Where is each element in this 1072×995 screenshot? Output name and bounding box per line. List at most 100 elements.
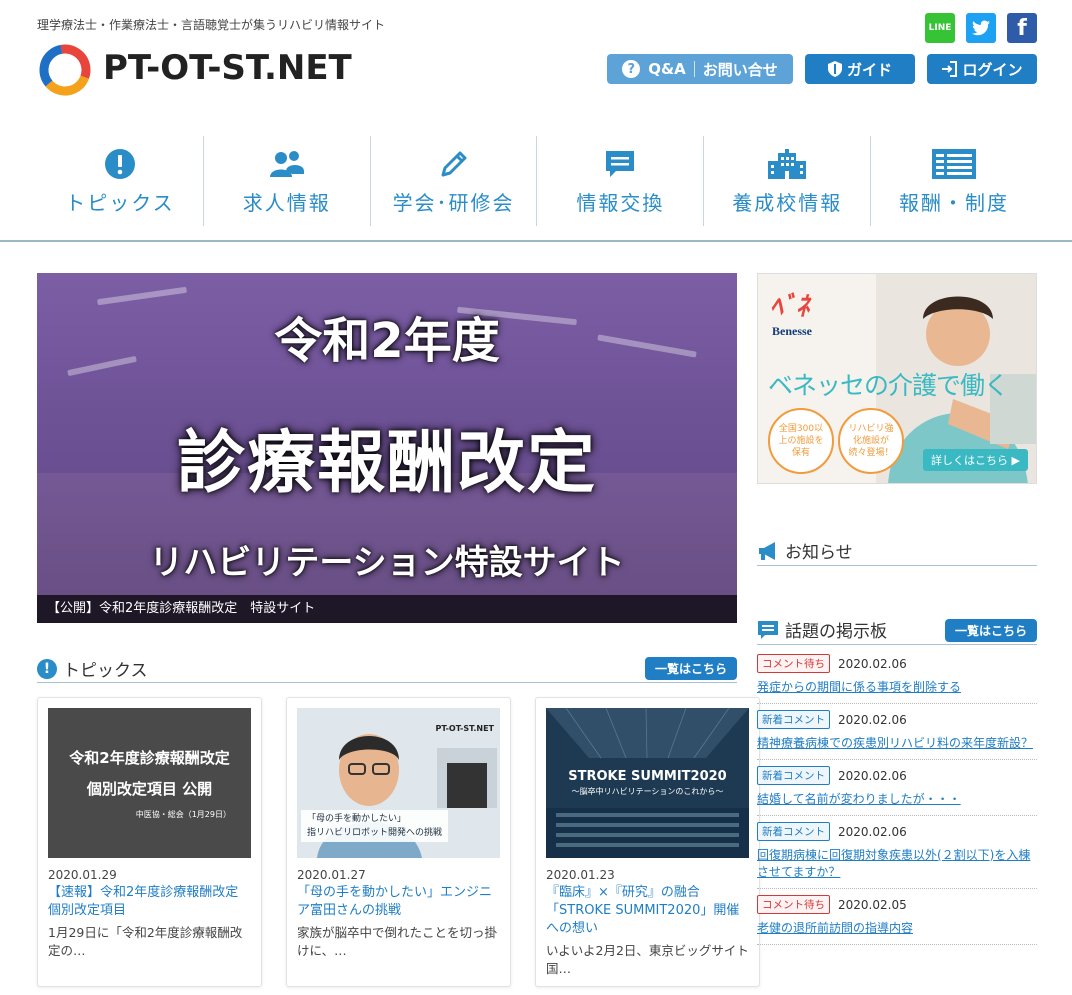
thumbnail-text: 個別改定項目 公開 xyxy=(86,779,213,798)
ad-cta-button[interactable]: 詳しくはこちら ▶ xyxy=(923,449,1028,471)
board-item: 新着コメント 2020.02.06 精神療養病棟での疾患別リハビリ料の来年度新設？ xyxy=(757,704,1037,760)
board-link[interactable]: 精神療養病棟での疾患別リハビリ料の来年度新設？ xyxy=(757,735,1037,752)
board-item: 新着コメント 2020.02.06 回復期病棟に回復期対象疾患以外(２割以下)を入… xyxy=(757,816,1037,889)
board-title: 話題の掲示板 xyxy=(785,622,887,642)
board-item: 新着コメント 2020.02.06 結婚して名前が変わりましたが・・・ xyxy=(757,760,1037,816)
login-label: ログイン xyxy=(962,60,1023,79)
contact-label: お問い合せ xyxy=(702,60,778,79)
topics-more-button[interactable]: 一覧はこちら xyxy=(644,657,737,680)
board-link[interactable]: 老健の退所前訪問の指導内容 xyxy=(757,920,1037,937)
ad-bubble: リハビリ強化施設が続々登場！ xyxy=(838,408,904,474)
topic-thumbnail: PT-OT-ST.NET 「母の手を動かしたい」 指リハビリロボット開発への挑戦 xyxy=(297,708,500,858)
benesse-ad-banner[interactable]: ﾍﾞﾈ Benesse ベネッセの介護で働く 全国300以上の施設を保有 リハビ… xyxy=(757,273,1037,484)
nav-item-schools[interactable]: 養成校情報 xyxy=(704,136,872,226)
card-title[interactable]: 「母の手を動かしたい」エンジニア富田さんの挑戦 xyxy=(297,884,500,920)
thumbnail-text: 中医協・総会（1月29日） xyxy=(135,809,231,819)
nav-item-topics[interactable]: トピックス xyxy=(37,136,204,226)
board-item: コメント待ち 2020.02.05 老健の退所前訪問の指導内容 xyxy=(757,889,1037,945)
topics-title: トピックス xyxy=(63,661,148,681)
thumbnail-text: 「母の手を動かしたい」 xyxy=(307,814,407,824)
board-header: 話題の掲示板 一覧はこちら xyxy=(757,615,1037,645)
card-date: 2020.01.23 xyxy=(546,868,615,882)
nav-item-rewards[interactable]: 報酬・制度 xyxy=(871,136,1037,226)
ad-headline: ベネッセの介護で働く xyxy=(768,371,1009,400)
thumbnail-text: ～脳卒中リハビリテーションのこれから～ xyxy=(571,787,724,796)
thumbnail-brand: PT-OT-ST.NET xyxy=(435,724,494,733)
card-date: 2020.01.29 xyxy=(48,868,117,882)
status-badge: 新着コメント xyxy=(757,710,830,729)
status-badge: コメント待ち xyxy=(757,654,830,673)
card-description: いよいよ2月2日、東京ビッグサイト 国… xyxy=(546,943,749,976)
post-date: 2020.02.06 xyxy=(838,824,907,839)
megaphone-icon xyxy=(759,541,775,560)
nav-label: 養成校情報 xyxy=(732,190,843,215)
topic-card[interactable]: 令和2年度診療報酬改定 個別改定項目 公開 中医協・総会（1月29日） 2020… xyxy=(37,697,262,987)
nav-label: 求人情報 xyxy=(242,190,331,215)
login-icon xyxy=(942,61,958,77)
logo-text: PT-OT-ST.NET xyxy=(103,48,352,88)
status-badge: 新着コメント xyxy=(757,766,830,785)
divider xyxy=(693,61,695,77)
thumbnail-text: 令和2年度診療報酬改定 xyxy=(69,748,230,767)
card-description: 1月29日に「令和2年度診療報酬改定の… xyxy=(48,925,243,958)
board-more-button[interactable]: 一覧はこちら xyxy=(944,619,1037,642)
site-tagline: 理学療法士・作業療法士・言語聴覚士が集うリハビリ情報サイト xyxy=(37,18,386,32)
hero-title-sub: リハビリテーション特設サイト xyxy=(149,543,625,583)
post-date: 2020.02.06 xyxy=(838,656,907,671)
pencil-icon xyxy=(439,147,469,181)
exclamation-icon: ! xyxy=(37,658,57,679)
qa-label: Q&A xyxy=(648,60,686,78)
twitter-icon[interactable] xyxy=(966,13,996,43)
status-badge: コメント待ち xyxy=(757,895,830,914)
question-icon: ? xyxy=(622,60,641,78)
guide-label: ガイド xyxy=(846,60,892,79)
topic-thumbnail: STROKE SUMMIT2020 ～脳卒中リハビリテーションのこれから～ xyxy=(546,708,749,858)
nav-label: 報酬・制度 xyxy=(899,190,1010,215)
board-item: コメント待ち 2020.02.06 発症からの期間に係る事項を削除する xyxy=(757,648,1037,704)
nav-label: 学会･研修会 xyxy=(392,190,515,215)
nav-item-seminars[interactable]: 学会･研修会 xyxy=(371,136,538,226)
thumbnail-text: STROKE SUMMIT2020 xyxy=(568,769,727,784)
thumbnail-text: 指リハビリロボット開発への挑戦 xyxy=(307,828,443,838)
topic-thumbnail: 令和2年度診療報酬改定 個別改定項目 公開 中医協・総会（1月29日） xyxy=(48,708,251,858)
shield-icon xyxy=(827,61,842,77)
nav-item-exchange[interactable]: 情報交換 xyxy=(537,136,705,226)
hero-banner[interactable]: 令和2年度 診療報酬改定 リハビリテーション特設サイト 【公開】令和2年度診療報… xyxy=(37,273,737,623)
chat-icon xyxy=(758,620,778,639)
benesse-logo-icon: ﾍﾞﾈ xyxy=(770,292,810,322)
topic-card[interactable]: PT-OT-ST.NET 「母の手を動かしたい」 指リハビリロボット開発への挑戦… xyxy=(286,697,511,987)
status-badge: 新着コメント xyxy=(757,822,830,841)
hero-title-main: 診療報酬改定 xyxy=(176,424,597,503)
card-title[interactable]: 『臨床』×『研究』の融合「STROKE SUMMIT2020」開催への想い xyxy=(546,884,749,938)
site-logo[interactable]: PT-OT-ST.NET xyxy=(37,40,352,96)
guide-button[interactable]: ガイド xyxy=(805,54,915,84)
topic-card[interactable]: STROKE SUMMIT2020 ～脳卒中リハビリテーションのこれから～ 20… xyxy=(535,697,760,987)
board-link[interactable]: 回復期病棟に回復期対象疾患以外(２割以下)を入棟させてますか？ xyxy=(757,847,1037,881)
login-button[interactable]: ログイン xyxy=(927,54,1037,84)
list-icon xyxy=(932,147,977,181)
card-description: 家族が脳卒中で倒れたことを切っ掛けに、… xyxy=(297,925,498,958)
social-links: LINE f xyxy=(925,13,1037,43)
topics-header: ! トピックス 一覧はこちら xyxy=(37,655,737,683)
hero-title-year: 令和2年度 xyxy=(274,313,500,369)
post-date: 2020.02.05 xyxy=(838,897,907,912)
nav-label: 情報交換 xyxy=(576,190,665,215)
topic-cards: 令和2年度診療報酬改定 個別改定項目 公開 中医協・総会（1月29日） 2020… xyxy=(37,697,760,987)
card-title[interactable]: 【速報】令和2年度診療報酬改定 個別改定項目 xyxy=(48,884,251,920)
facebook-icon[interactable]: f xyxy=(1007,13,1037,43)
building-icon xyxy=(767,147,807,181)
logo-mark-icon xyxy=(39,44,91,96)
news-header: お知らせ xyxy=(757,536,1037,566)
board-link[interactable]: 結婚して名前が変わりましたが・・・ xyxy=(757,791,1037,808)
card-date: 2020.01.27 xyxy=(297,868,366,882)
line-icon[interactable]: LINE xyxy=(925,13,955,43)
exclamation-icon xyxy=(104,147,135,181)
board-link[interactable]: 発症からの期間に係る事項を削除する xyxy=(757,679,1037,696)
main-nav: トピックス 求人情報 学会･研修会 情報交換 養成校情報 報酬・制度 xyxy=(37,136,1037,226)
board-list: コメント待ち 2020.02.06 発症からの期間に係る事項を削除する 新着コメン… xyxy=(757,648,1037,945)
chat-icon xyxy=(604,147,636,181)
nav-label: トピックス xyxy=(65,190,175,215)
hero-caption[interactable]: 【公開】令和2年度診療報酬改定 特設サイト xyxy=(37,595,737,623)
nav-item-jobs[interactable]: 求人情報 xyxy=(204,136,371,226)
qa-contact-button[interactable]: ? Q&A お問い合せ xyxy=(607,54,793,84)
